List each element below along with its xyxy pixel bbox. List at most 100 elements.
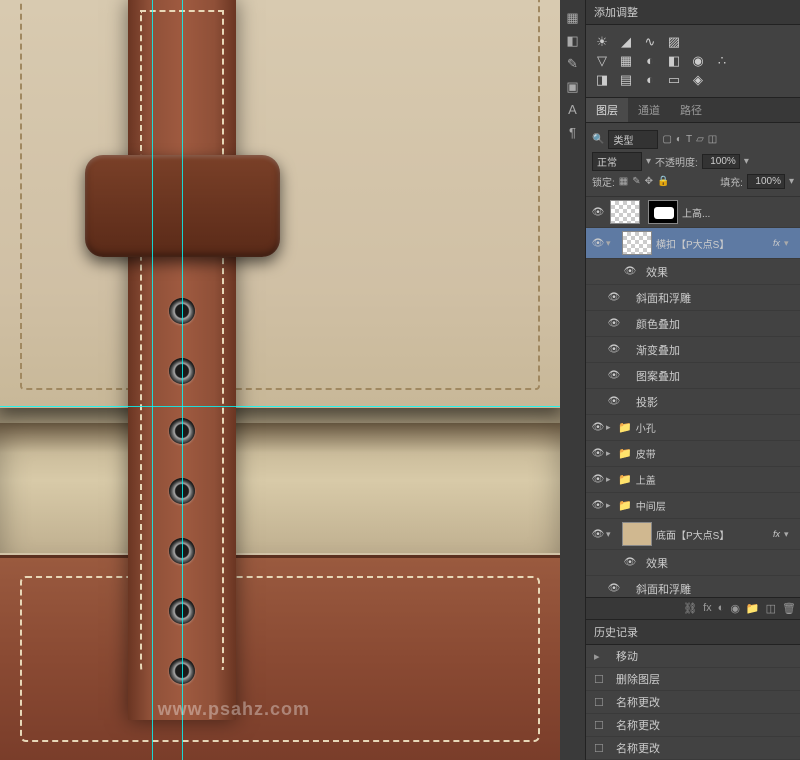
folder-icon: 📁 xyxy=(618,473,632,486)
history-header[interactable]: 历史记录 xyxy=(586,620,800,645)
layer-thumb[interactable] xyxy=(610,200,640,224)
fill-input[interactable]: 100% xyxy=(747,174,785,189)
lock-pos-icon[interactable]: ✥ xyxy=(645,176,653,187)
bw-icon[interactable]: ◧ xyxy=(666,53,682,69)
posterize-icon[interactable]: ▤ xyxy=(618,72,634,88)
visibility-toggle[interactable]: 👁 xyxy=(590,207,606,218)
fx-badge[interactable]: fx xyxy=(773,529,780,539)
fill-label: 填充: xyxy=(720,174,743,189)
brightness-icon[interactable]: ☀ xyxy=(594,34,610,50)
fx-item[interactable]: 👁投影 xyxy=(586,389,800,415)
char-icon[interactable]: A xyxy=(563,100,583,120)
lock-trans-icon[interactable]: ▦ xyxy=(619,176,628,187)
folder-icon: 📁 xyxy=(618,421,632,434)
para-icon[interactable]: ¶ xyxy=(563,123,583,143)
exposure-icon[interactable]: ▨ xyxy=(666,34,682,50)
lock-paint-icon[interactable]: ✎ xyxy=(632,176,640,187)
fx-item[interactable]: 👁图案叠加 xyxy=(586,363,800,389)
layer-group[interactable]: 👁▸📁中间层 xyxy=(586,493,800,519)
filter-pixel-icon[interactable]: ▢ xyxy=(662,134,671,145)
layer-thumb[interactable] xyxy=(622,522,652,546)
layers-list[interactable]: 👁 上高... 👁 ▾ 横扣【P大点S】 fx ▾ 👁效果 👁斜面和浮雕 👁颜色… xyxy=(586,197,800,597)
colorbalance-icon[interactable]: ◐ xyxy=(642,53,658,69)
guide-vertical[interactable] xyxy=(152,0,153,760)
tab-layers[interactable]: 图层 xyxy=(586,98,628,122)
guide-horizontal[interactable] xyxy=(0,406,560,407)
layer-group[interactable]: 👁▸📁小孔 xyxy=(586,415,800,441)
history-item[interactable]: ☐名称更改 xyxy=(586,714,800,737)
fx-header[interactable]: 👁效果 xyxy=(586,259,800,285)
layer-row[interactable]: 👁 ▾ 横扣【P大点S】 fx ▾ xyxy=(586,228,800,259)
layer-row[interactable]: 👁 ▾ 底面【P大点S】 fx ▾ xyxy=(586,519,800,550)
visibility-toggle[interactable]: 👁 xyxy=(590,529,606,540)
hue-icon[interactable]: ▦ xyxy=(618,53,634,69)
fx-item[interactable]: 👁渐变叠加 xyxy=(586,337,800,363)
filter-smart-icon[interactable]: ◫ xyxy=(708,134,717,145)
right-panels: 添加调整 ☀ ◢ ∿ ▨ ▽ ▦ ◐ ◧ ◉ ∴ ◨ ▤ ◐ ▭ ◈ 图层 通道… xyxy=(586,0,800,760)
layer-group[interactable]: 👁▸📁皮带 xyxy=(586,441,800,467)
fx-item[interactable]: 👁斜面和浮雕 xyxy=(586,285,800,311)
watermark: www.psahz.com xyxy=(158,699,310,720)
filter-adjust-icon[interactable]: ◐ xyxy=(676,134,682,145)
bag-flap xyxy=(0,0,560,408)
levels-icon[interactable]: ◢ xyxy=(618,34,634,50)
history-item[interactable]: ☐删除图层 xyxy=(586,668,800,691)
layers-panel-tabs: 图层 通道 路径 xyxy=(586,98,800,123)
mask-thumb[interactable] xyxy=(648,200,678,224)
opacity-label: 不透明度: xyxy=(655,154,698,169)
folder-icon: 📁 xyxy=(618,447,632,460)
fx-badge[interactable]: fx xyxy=(773,238,780,248)
fx-header[interactable]: 👁效果 xyxy=(586,550,800,576)
fx-icon[interactable]: fx xyxy=(703,602,712,615)
document-canvas[interactable]: www.psahz.com xyxy=(0,0,560,760)
mask-icon[interactable]: ◐ xyxy=(718,602,725,615)
vibrance-icon[interactable]: ▽ xyxy=(594,53,610,69)
filter-text-icon[interactable]: T xyxy=(686,134,692,145)
layer-thumb[interactable] xyxy=(622,231,652,255)
new-layer-icon[interactable]: ◫ xyxy=(766,602,776,615)
swatches-icon[interactable]: ▦ xyxy=(563,8,583,28)
visibility-toggle[interactable]: 👁 xyxy=(590,238,606,249)
tab-channels[interactable]: 通道 xyxy=(628,98,670,122)
fx-item[interactable]: 👁颜色叠加 xyxy=(586,311,800,337)
layer-row[interactable]: 👁 上高... xyxy=(586,197,800,228)
blend-mode-select[interactable]: 正常 xyxy=(592,152,642,171)
bag-leather-bottom xyxy=(0,555,560,760)
trash-icon[interactable]: 🗑 xyxy=(782,602,796,615)
adjustment-icon[interactable]: ◉ xyxy=(730,602,740,615)
bag-midlayer xyxy=(0,408,560,553)
history-item[interactable]: ☐名称更改 xyxy=(586,691,800,714)
photo-filter-icon[interactable]: ◉ xyxy=(690,53,706,69)
adjustments-panel-header[interactable]: 添加调整 xyxy=(586,0,800,25)
tab-paths[interactable]: 路径 xyxy=(670,98,712,122)
curves-icon[interactable]: ∿ xyxy=(642,34,658,50)
expand-toggle[interactable]: ▾ xyxy=(606,238,618,249)
history-item[interactable]: ☐名称更改 xyxy=(586,737,800,760)
filter-type-select[interactable]: 类型 xyxy=(608,130,658,149)
layer-group[interactable]: 👁▸📁上盖 xyxy=(586,467,800,493)
filter-shape-icon[interactable]: ▱ xyxy=(696,134,704,145)
lock-all-icon[interactable]: 🔒 xyxy=(657,176,669,187)
folder-icon: 📁 xyxy=(618,499,632,512)
selective-color-icon[interactable]: ◈ xyxy=(690,72,706,88)
gradient-map-icon[interactable]: ▭ xyxy=(666,72,682,88)
styles-icon[interactable]: ◧ xyxy=(563,31,583,51)
group-icon[interactable]: 📁 xyxy=(746,602,760,615)
guide-vertical[interactable] xyxy=(182,0,183,760)
layer-controls: 🔍 类型 ▢ ◐ T ▱ ◫ 正常 ▾ 不透明度: 100% ▾ 锁定: ▦ ✎… xyxy=(586,123,800,197)
search-icon[interactable]: 🔍 xyxy=(592,134,604,145)
history-panel: 历史记录 ▸移动 ☐删除图层 ☐名称更改 ☐名称更改 ☐名称更改 xyxy=(586,619,800,760)
adjustments-panel: ☀ ◢ ∿ ▨ ▽ ▦ ◐ ◧ ◉ ∴ ◨ ▤ ◐ ▭ ◈ xyxy=(586,25,800,98)
invert-icon[interactable]: ◨ xyxy=(594,72,610,88)
layers-footer: ⛓ fx ◐ ◉ 📁 ◫ 🗑 xyxy=(586,597,800,619)
collapsed-tool-strip[interactable]: ▦ ◧ ✎ ▣ A ¶ xyxy=(560,0,586,760)
opacity-input[interactable]: 100% xyxy=(702,154,740,169)
threshold-icon[interactable]: ◐ xyxy=(642,72,658,88)
link-layers-icon[interactable]: ⛓ xyxy=(683,602,697,615)
fx-item[interactable]: 👁斜面和浮雕 xyxy=(586,576,800,597)
mixer-icon[interactable]: ∴ xyxy=(714,53,730,69)
clone-icon[interactable]: ▣ xyxy=(563,77,583,97)
lock-label: 锁定: xyxy=(592,174,615,189)
history-item[interactable]: ▸移动 xyxy=(586,645,800,668)
brush-icon[interactable]: ✎ xyxy=(563,54,583,74)
